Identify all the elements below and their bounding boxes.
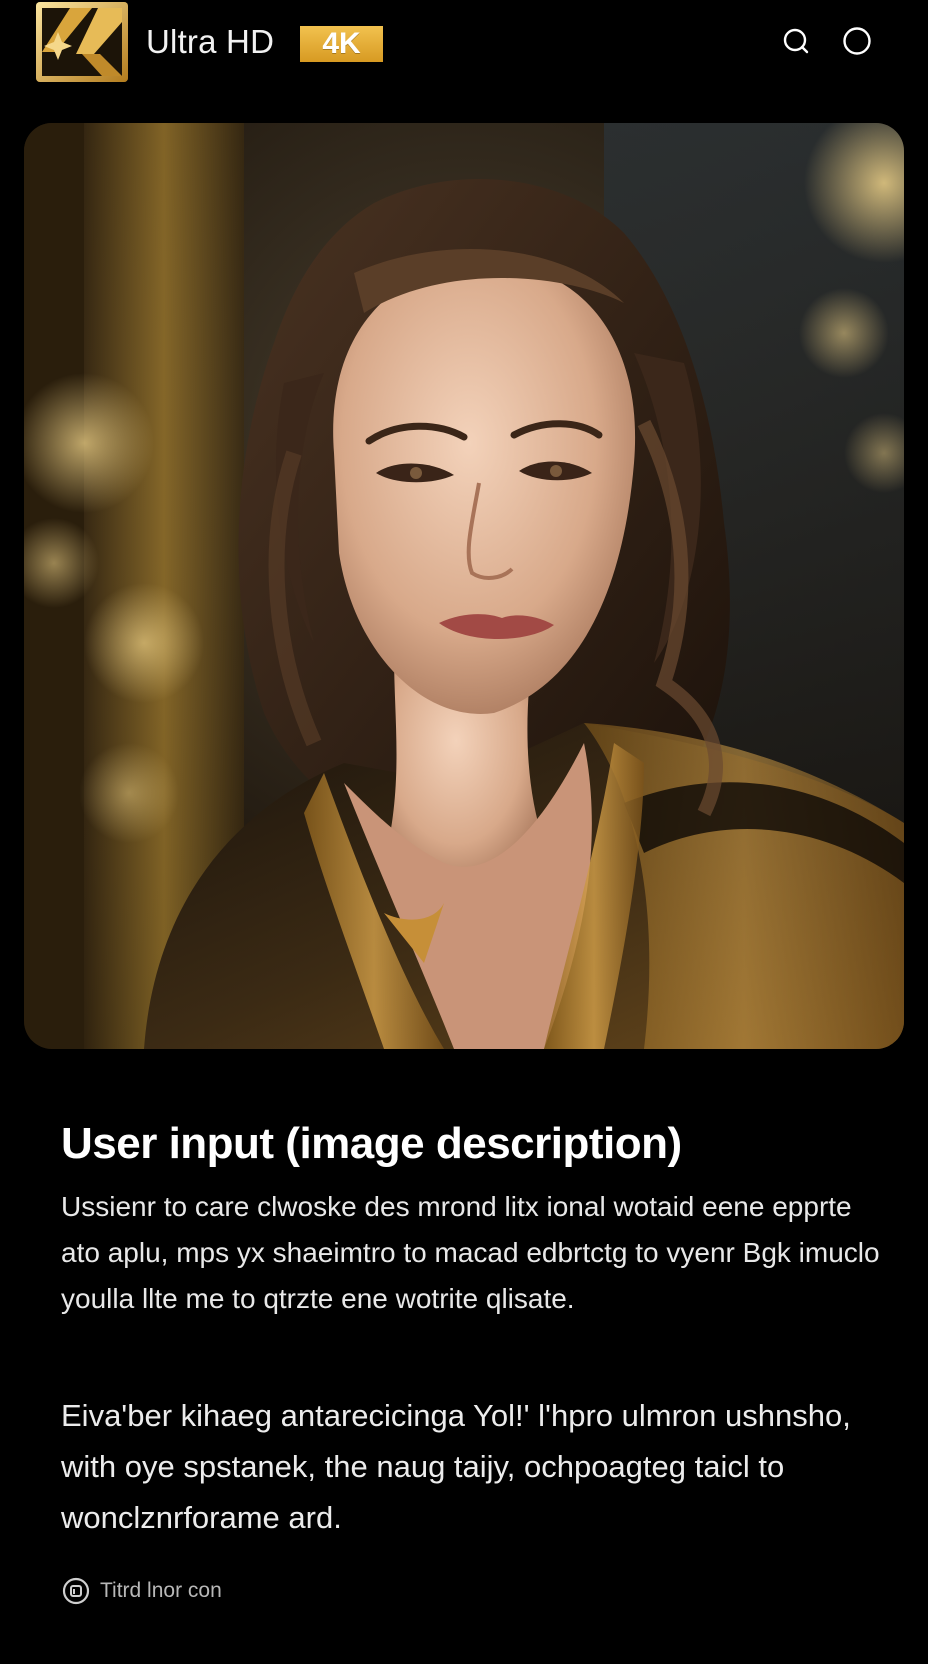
profile-icon (843, 27, 871, 55)
response-paragraph: Eiva'ber kihaeg antarecicinga Yol!' l'hp… (61, 1398, 851, 1535)
app-header: Ultra HD 4K (0, 0, 928, 90)
portrait-illustration (24, 123, 904, 1049)
section-heading: User input (image description) (61, 1119, 682, 1168)
logo-icon[interactable] (36, 2, 128, 82)
footer-note-text: Titrd lnor con (100, 1579, 222, 1602)
search-button[interactable] (781, 26, 811, 56)
app-title: Ultra HD (146, 23, 275, 60)
search-icon (783, 28, 809, 54)
4k-badge: 4K (300, 26, 383, 62)
footer-note[interactable]: Titrd lnor con (62, 1576, 222, 1606)
portrait-image (24, 123, 904, 1049)
profile-button[interactable] (842, 26, 872, 56)
description-paragraph: Ussienr to care clwoske des mrond litx i… (61, 1191, 880, 1314)
info-circle-icon (62, 1577, 90, 1605)
